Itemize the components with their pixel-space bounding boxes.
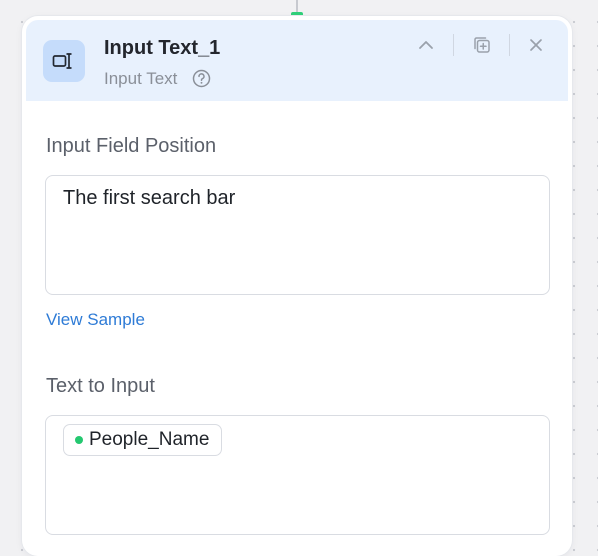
node-subtitle: Input Text xyxy=(104,69,178,88)
variable-chip-label: People_Name xyxy=(89,429,210,450)
node-header: Input Text_1 Input Text xyxy=(26,20,568,101)
header-divider xyxy=(509,34,510,56)
view-sample-link[interactable]: View Sample xyxy=(46,310,145,330)
input-text-node-card[interactable]: Input Text_1 Input Text Input Field Posi… xyxy=(22,16,572,556)
duplicate-icon[interactable] xyxy=(469,32,495,58)
text-to-input-label: Text to Input xyxy=(46,375,155,397)
help-icon[interactable] xyxy=(192,69,211,88)
text-to-input-field[interactable]: People_Name xyxy=(45,415,550,535)
connector-line xyxy=(296,0,298,12)
input-field-position-value: The first search bar xyxy=(63,187,236,209)
collapse-icon[interactable] xyxy=(413,32,439,58)
header-divider xyxy=(453,34,454,56)
variable-status-dot xyxy=(75,436,83,444)
input-text-icon xyxy=(43,40,85,82)
input-field-position-textarea[interactable]: The first search bar xyxy=(45,175,550,295)
node-title: Input Text_1 xyxy=(104,37,221,59)
variable-chip[interactable]: People_Name xyxy=(63,424,223,456)
close-icon[interactable] xyxy=(523,32,549,58)
input-field-position-label: Input Field Position xyxy=(46,135,217,157)
